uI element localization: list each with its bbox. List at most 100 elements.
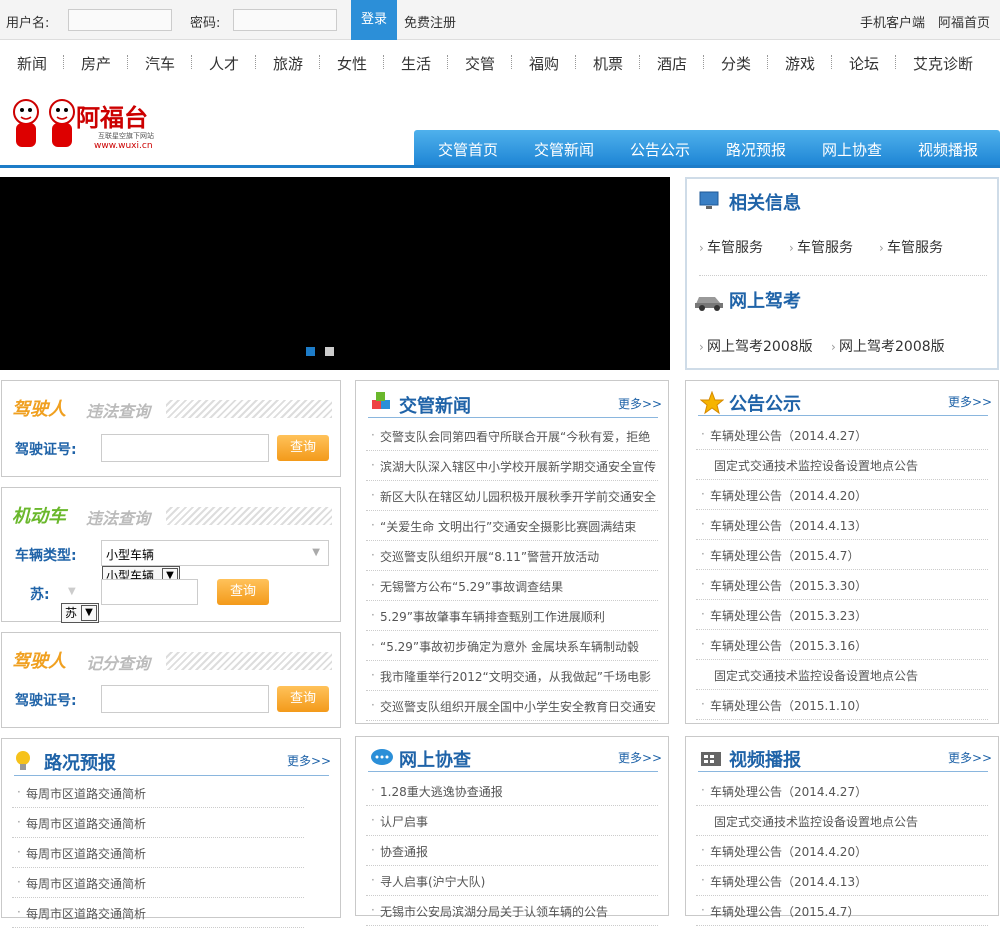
list-item[interactable]: 固定式交通技术监控设备设置地点公告: [714, 667, 990, 684]
list-item[interactable]: 车辆处理公告（2015.3.30）: [710, 577, 986, 594]
news-more-link[interactable]: 更多>>: [618, 395, 662, 412]
list-item[interactable]: 每周市区道路交通简析: [26, 905, 326, 922]
assist-more-link[interactable]: 更多>>: [618, 749, 662, 766]
license-label: 驾驶证号:: [15, 693, 77, 709]
slider-dot-2[interactable]: [325, 347, 334, 356]
list-item[interactable]: “5.29”事故初步确定为意外 金属块系车辆制动毂: [380, 638, 656, 655]
query3-button[interactable]: 查询: [277, 686, 329, 712]
query2-button[interactable]: 查询: [217, 579, 269, 605]
list-item[interactable]: 交巡警支队组织开展全国中小学生安全教育日交通安: [380, 698, 656, 715]
list-item[interactable]: 认尸启事: [380, 813, 656, 830]
subnav-item-5[interactable]: 视频播报: [918, 139, 978, 160]
exam-link-1[interactable]: 网上驾考2008版: [707, 336, 813, 356]
list-item[interactable]: 固定式交通技术监控设备设置地点公告: [714, 457, 990, 474]
list-item[interactable]: 每周市区道路交通简析: [26, 785, 326, 802]
list-item[interactable]: 5.29”事故肇事车辆排查甄别工作进展顺利: [380, 608, 656, 625]
slider-dot-1[interactable]: [306, 347, 315, 356]
nav-item-7[interactable]: 交管: [465, 53, 495, 74]
notice-more-link[interactable]: 更多>>: [948, 393, 992, 410]
list-item[interactable]: 车辆处理公告（2014.4.13）: [710, 873, 986, 890]
list-divider: [696, 659, 988, 660]
nav-item-8[interactable]: 福购: [529, 53, 559, 74]
nav-item-10[interactable]: 酒店: [657, 53, 687, 74]
list-item[interactable]: 寻人启事(沪宁大队): [380, 873, 656, 890]
subnav-item-2[interactable]: 公告公示: [630, 139, 690, 160]
list-item[interactable]: 新区大队在辖区幼儿园积极开展秋季开学前交通安全: [380, 488, 656, 505]
login-button[interactable]: 登录: [351, 0, 397, 40]
list-item[interactable]: 车辆处理公告（2015.3.16）: [710, 637, 986, 654]
site-logo[interactable]: 阿福台 互联星空旗下网站 www.wuxi.cn: [4, 94, 184, 154]
nav-item-13[interactable]: 论坛: [849, 53, 879, 74]
list-item[interactable]: “关爱生命 文明出行”交通安全摄影比赛圆满结束: [380, 518, 656, 535]
video-title: 视频播报: [729, 750, 801, 771]
nav-item-9[interactable]: 机票: [593, 53, 623, 74]
nav-item-2[interactable]: 汽车: [145, 53, 175, 74]
afu-home-link[interactable]: 阿福首页: [938, 12, 990, 31]
nav-item-4[interactable]: 旅游: [273, 53, 303, 74]
password-input[interactable]: [233, 9, 337, 31]
exam-link-2[interactable]: 网上驾考2008版: [839, 336, 945, 356]
list-item[interactable]: 无锡市公安局滨湖分局关于认领车辆的公告: [380, 903, 656, 920]
list-divider: [696, 599, 988, 600]
service-link-1[interactable]: 车管服务: [707, 237, 763, 257]
list-divider: [366, 510, 658, 511]
list-divider: [12, 867, 304, 868]
list-item[interactable]: 车辆处理公告（2014.4.20）: [710, 487, 986, 504]
subnav-item-0[interactable]: 交管首页: [438, 139, 498, 160]
license-label: 驾驶证号:: [15, 442, 77, 458]
online-exam-title: 网上驾考: [729, 291, 801, 312]
username-input[interactable]: [68, 9, 172, 31]
list-bullet: ·: [371, 813, 375, 827]
list-item[interactable]: 交巡警支队组织开展“8.11”警营开放活动: [380, 548, 656, 565]
list-item[interactable]: 每周市区道路交通简析: [26, 815, 326, 832]
nav-item-11[interactable]: 分类: [721, 53, 751, 74]
list-item[interactable]: 车辆处理公告（2015.3.23）: [710, 607, 986, 624]
license-input-2[interactable]: [101, 685, 269, 713]
list-item[interactable]: 车辆处理公告（2015.4.7）: [710, 547, 986, 564]
license-input[interactable]: [101, 434, 269, 462]
list-item[interactable]: 车辆处理公告（2014.4.20）: [710, 843, 986, 860]
list-item[interactable]: 每周市区道路交通简析: [26, 875, 326, 892]
svg-text:阿福台: 阿福台: [76, 104, 148, 132]
list-item[interactable]: 无锡警方公布“5.29”事故调查结果: [380, 578, 656, 595]
list-item[interactable]: 1.28重大逃逸协查通报: [380, 783, 656, 800]
list-item[interactable]: 车辆处理公告（2014.4.27）: [710, 427, 986, 444]
online-assist-title: 网上协查: [399, 750, 471, 771]
list-item[interactable]: 滨湖大队深入辖区中小学校开展新学期交通安全宣传: [380, 458, 656, 475]
nav-item-5[interactable]: 女性: [337, 53, 367, 74]
svg-text:www.wuxi.cn: www.wuxi.cn: [94, 141, 153, 151]
nav-item-14[interactable]: 艾克诊断: [913, 53, 973, 74]
list-item[interactable]: 车辆处理公告（2014.4.13）: [710, 517, 986, 534]
service-link-2[interactable]: 车管服务: [797, 237, 853, 257]
subnav-item-1[interactable]: 交管新闻: [534, 139, 594, 160]
nav-item-6[interactable]: 生活: [401, 53, 431, 74]
nav-item-3[interactable]: 人才: [209, 53, 239, 74]
chat-bubble-icon: [371, 749, 393, 765]
subnav-item-3[interactable]: 路况预报: [726, 139, 786, 160]
register-link[interactable]: 免费注册: [404, 12, 456, 31]
nav-item-0[interactable]: 新闻: [17, 53, 47, 74]
province-select[interactable]: 苏 ▼: [61, 603, 99, 623]
video-more-link[interactable]: 更多>>: [948, 749, 992, 766]
banner-slider[interactable]: [0, 177, 670, 370]
nav-item-12[interactable]: 游戏: [785, 53, 815, 74]
plate-number-input[interactable]: [101, 579, 198, 605]
list-item[interactable]: 协查通报: [380, 843, 656, 860]
nav-separator: [383, 55, 384, 69]
service-link-3[interactable]: 车管服务: [887, 237, 943, 257]
list-item[interactable]: 车辆处理公告（2015.4.7）: [710, 903, 986, 920]
list-item[interactable]: 我市隆重举行2012“文明交通，从我做起”千场电影: [380, 668, 656, 685]
list-item[interactable]: 固定式交通技术监控设备设置地点公告: [714, 813, 990, 830]
list-item[interactable]: 每周市区道路交通简析: [26, 845, 326, 862]
list-item[interactable]: 车辆处理公告（2015.1.10）: [710, 697, 986, 714]
vehicle-type-dropdown[interactable]: 小型车辆 ▼: [101, 540, 329, 566]
subnav-item-4[interactable]: 网上协查: [822, 139, 882, 160]
road-more-link[interactable]: 更多>>: [287, 752, 331, 769]
query1-button[interactable]: 查询: [277, 435, 329, 461]
list-item[interactable]: 交警支队会同第四看守所联合开展“今秋有爱，拒绝: [380, 428, 656, 445]
list-bullet: ·: [371, 698, 375, 712]
list-item[interactable]: 车辆处理公告（2014.4.27）: [710, 783, 986, 800]
mobile-client-link[interactable]: 手机客户端: [860, 12, 925, 31]
nav-item-1[interactable]: 房产: [81, 53, 111, 74]
list-bullet: ·: [371, 668, 375, 682]
